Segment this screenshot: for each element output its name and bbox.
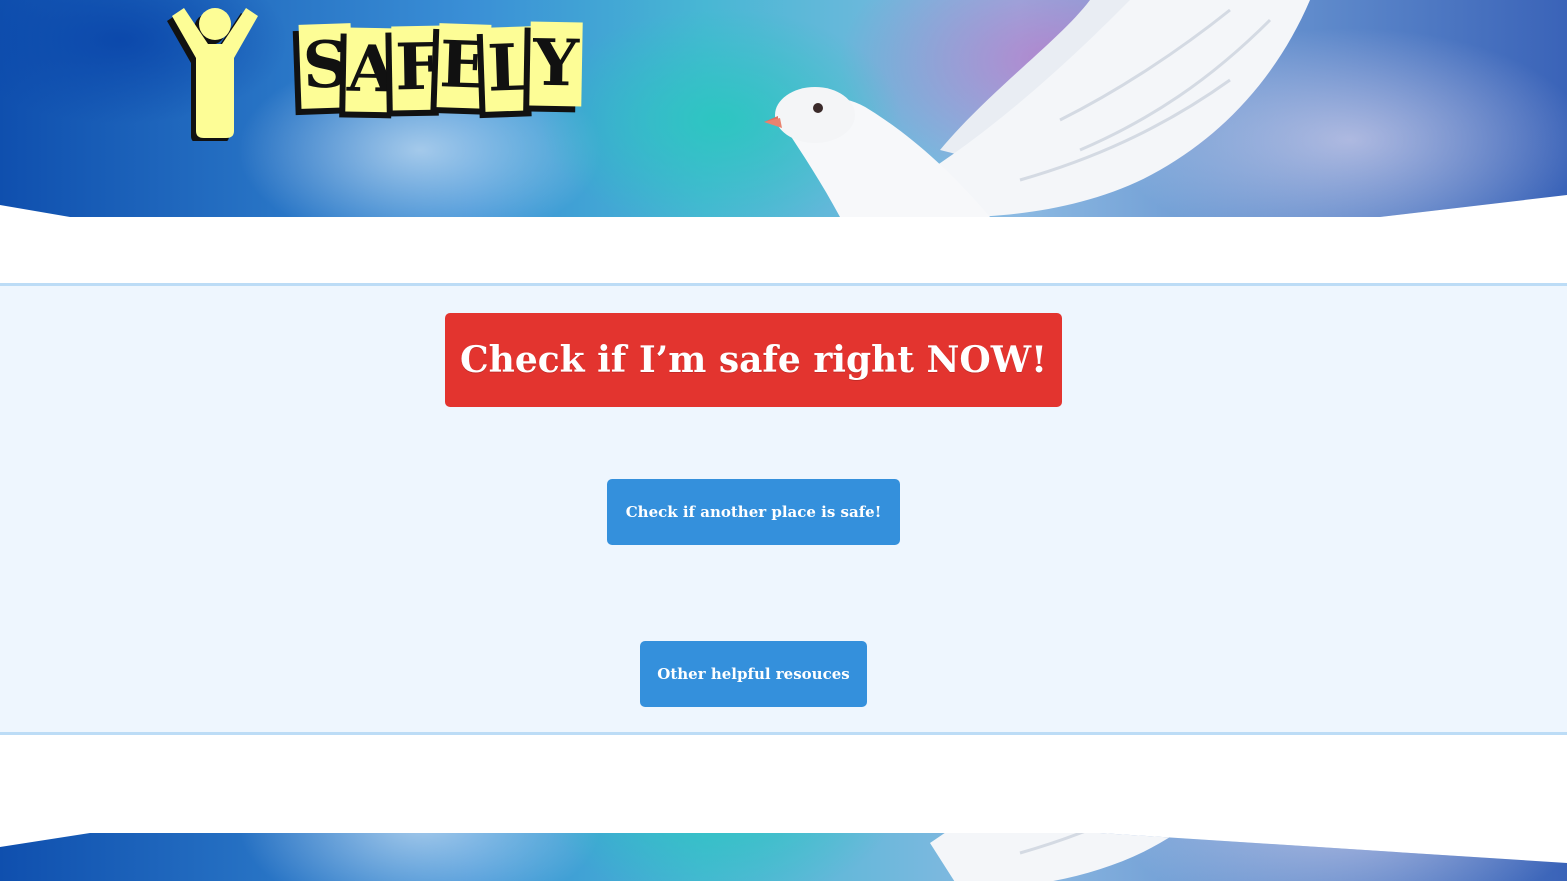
logo-wordmark: S A F E L Y [298,21,583,113]
helpful-resources-button[interactable]: Other helpful resouces [640,641,867,707]
actions-section: Check if I’m safe right NOW! Check if an… [0,283,1567,735]
logo-letter: Y [529,21,583,107]
footer-banner [0,833,1567,881]
header-banner: S A F E L Y [0,0,1567,217]
check-other-place-button[interactable]: Check if another place is safe! [607,479,900,545]
check-safe-now-button[interactable]: Check if I’m safe right NOW! [445,313,1062,407]
dove-icon [930,833,1310,881]
person-arms-raised-icon [167,8,258,141]
dove-icon [764,0,1310,217]
